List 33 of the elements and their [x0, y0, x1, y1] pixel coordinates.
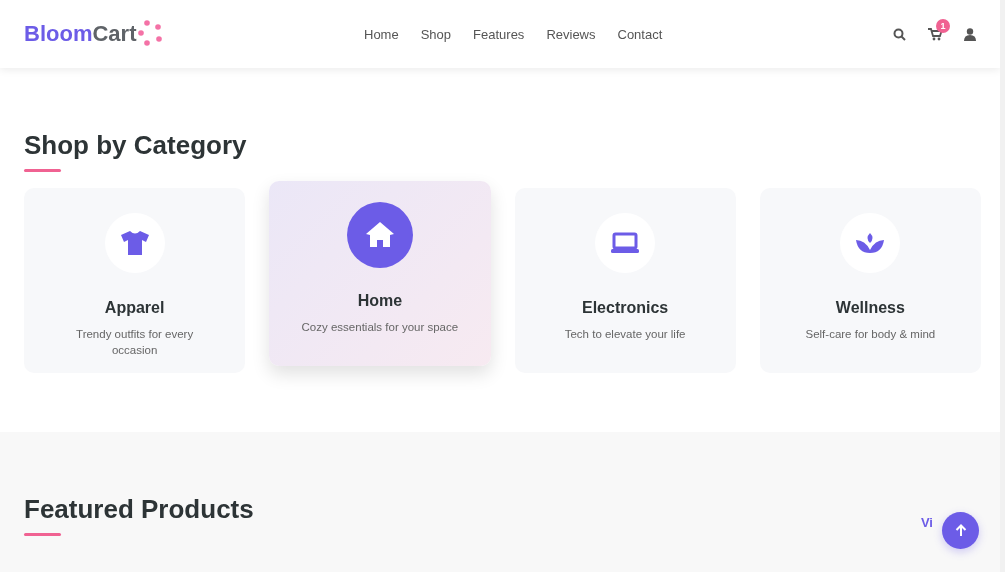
arrow-up-icon [954, 524, 967, 537]
laptop-icon [610, 232, 641, 254]
category-card[interactable]: Wellness Self-care for body & mind [759, 188, 981, 373]
category-description: Cozy essentials for your space [301, 320, 459, 335]
category-description: Tech to elevate your life [564, 327, 686, 342]
title-underline [24, 169, 61, 172]
nav-link[interactable]: Contact [617, 26, 663, 42]
nav-link[interactable]: Reviews [546, 26, 596, 42]
nav-link[interactable]: Shop [420, 26, 452, 42]
category-card[interactable]: Electronics Tech to elevate your life [514, 188, 736, 373]
search-icon[interactable] [893, 27, 906, 41]
category-title: Apparel [104, 299, 165, 317]
t-shirt-icon [119, 230, 150, 256]
brand-logo[interactable]: BloomCart [24, 19, 364, 49]
section-title: Featured Products [24, 494, 254, 525]
lotus-icon [855, 232, 886, 254]
view-all-link[interactable]: Vi [920, 515, 933, 530]
category-description: Self-care for body & mind [805, 327, 936, 342]
category-title: Electronics [582, 299, 669, 317]
category-card[interactable]: Home Cozy essentials for your space [269, 181, 491, 366]
section-title: Shop by Category [24, 130, 248, 161]
cart-count-badge: 1 [936, 18, 950, 33]
back-to-top-button[interactable] [942, 512, 979, 549]
category-card[interactable]: Apparel Trendy outfits for every occasion [24, 188, 246, 373]
user-icon[interactable] [964, 27, 976, 41]
dots-icon [138, 19, 165, 49]
category-title: Wellness [835, 299, 905, 317]
category-title: Home [357, 292, 403, 310]
nav-link[interactable]: Home [364, 26, 399, 42]
category-description: Trendy outfits for every occasion [75, 327, 195, 358]
cart-icon[interactable] [928, 27, 942, 41]
title-underline [24, 533, 61, 536]
nav-link[interactable]: Features [473, 26, 525, 42]
